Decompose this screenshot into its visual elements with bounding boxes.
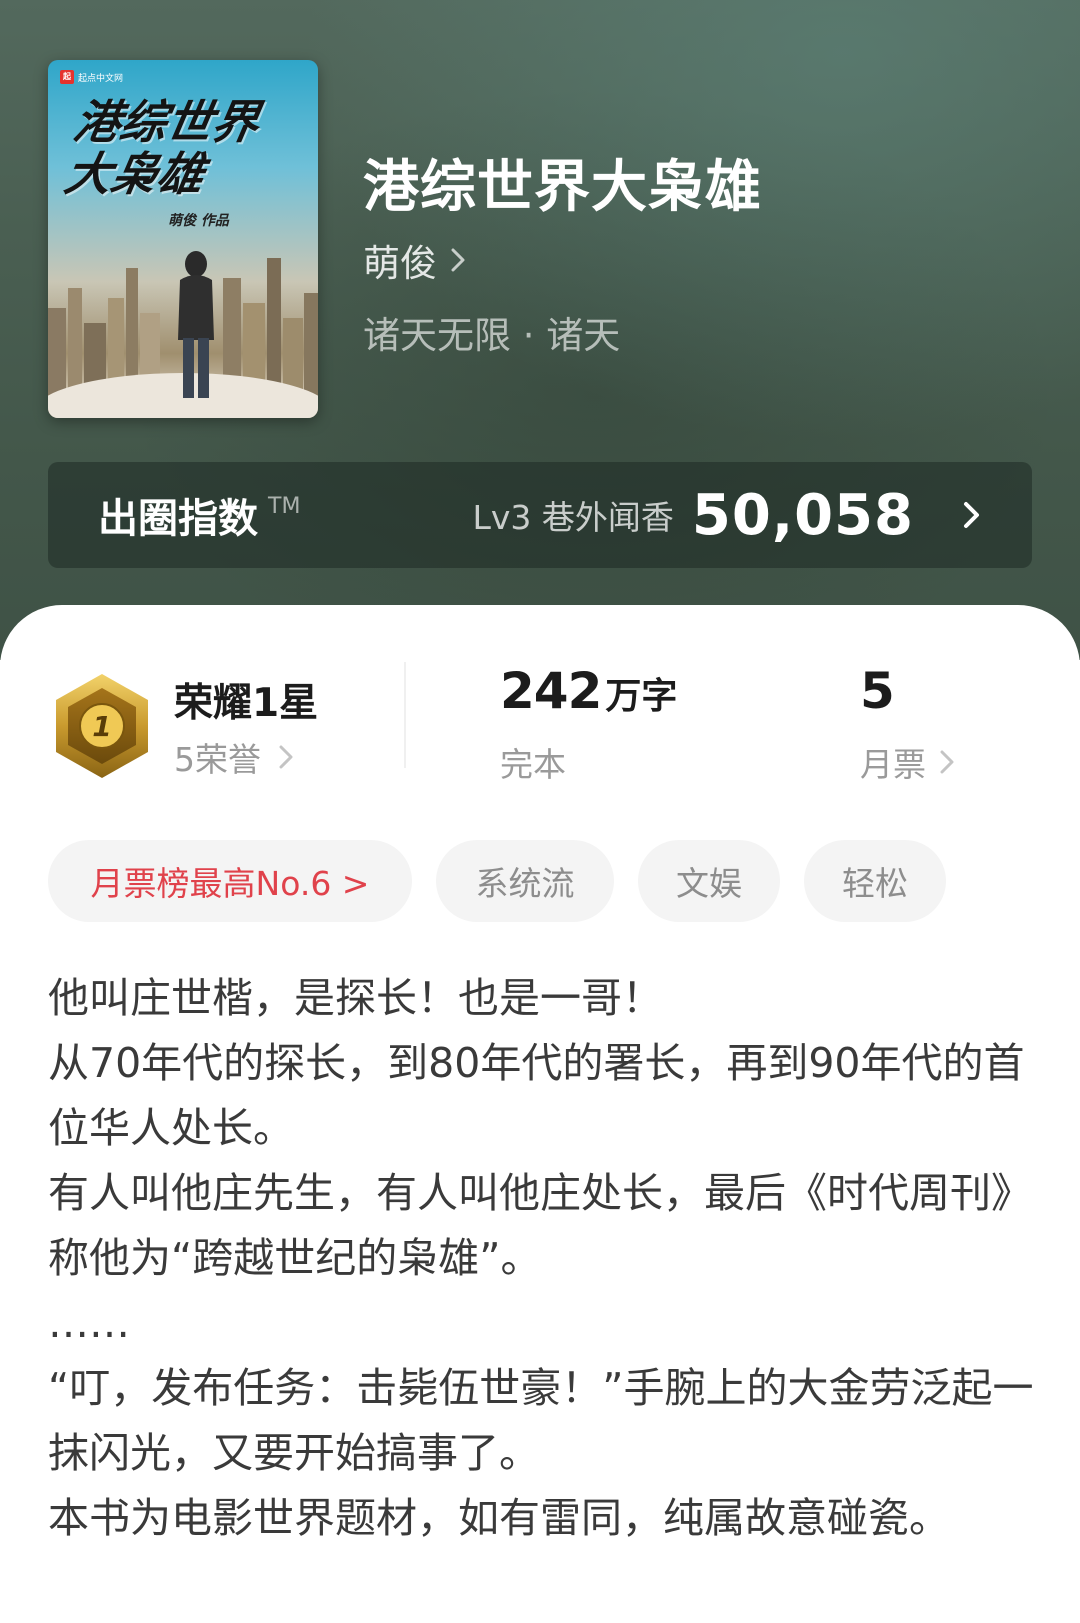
- popularity-index-bar[interactable]: 出圈指数 TM Lv3 巷外闻香 50,058: [48, 462, 1032, 568]
- honor-badge-icon[interactable]: 1: [52, 672, 152, 780]
- book-title: 港综世界大枭雄: [363, 154, 762, 220]
- monthly-votes-link[interactable]: 月票: [860, 738, 954, 786]
- honor-badge-number: 1: [92, 710, 111, 743]
- tag-relaxed[interactable]: 轻松: [804, 840, 946, 922]
- tag-list: 月票榜最高No.6 > 系统流 文娱 轻松: [48, 840, 946, 922]
- book-description[interactable]: 他叫庄世楷，是探长！也是一哥！ 从70年代的探长，到80年代的署长，再到90年代…: [48, 966, 1038, 1551]
- description-line: 他叫庄世楷，是探长！也是一哥！: [48, 974, 663, 1022]
- description-line: “叮，发布任务：击毙伍世豪！”手腕上的大金劳泛起一抹闪光，又要开始搞事了。: [48, 1364, 1034, 1477]
- chevron-right-icon: [279, 745, 293, 769]
- chevron-right-icon: [964, 502, 979, 528]
- chevron-right-icon: [451, 248, 465, 272]
- author-link[interactable]: 萌俊: [363, 233, 465, 287]
- book-genre[interactable]: 诸天无限 · 诸天: [363, 305, 620, 359]
- cover-title-line2: 大枭雄: [60, 147, 209, 201]
- trademark-mark: TM: [268, 493, 301, 519]
- publisher-badge: 起 起点中文网: [58, 68, 129, 86]
- cover-title: 港综世界 大枭雄: [60, 95, 318, 201]
- honor-title[interactable]: 荣耀1星: [174, 672, 318, 728]
- chevron-right-icon: [940, 750, 954, 774]
- completion-status: 完本: [500, 745, 566, 784]
- honor-link[interactable]: 5荣誉: [174, 733, 293, 781]
- cover-figure-image: [178, 251, 214, 398]
- word-count-number: 242: [500, 662, 602, 720]
- cover-author: 萌俊 作品: [168, 213, 229, 229]
- description-line: ……: [48, 1299, 130, 1347]
- publisher-name: 起点中文网: [78, 73, 124, 84]
- index-value: 50,058: [691, 482, 914, 548]
- honor-count: 5荣誉: [174, 740, 261, 779]
- tag-system[interactable]: 系统流: [436, 840, 614, 922]
- word-count-unit: 万字: [605, 676, 678, 717]
- cover-title-line1: 港综世界: [69, 95, 264, 149]
- description-line: 有人叫他庄先生，有人叫他庄处长，最后《时代周刊》称他为“跨越世纪的枭雄”。: [48, 1169, 1032, 1282]
- book-header: 起 起点中文网 港综世界 大枭雄 萌俊 作品 港综世界大枭雄 萌俊 诸天无限 ·…: [0, 0, 1080, 660]
- monthly-votes-label: 月票: [860, 745, 926, 784]
- stats-divider: [404, 662, 406, 768]
- word-count: 242 万字: [500, 662, 677, 720]
- index-value-group: Lv3 巷外闻香 50,058: [472, 483, 982, 548]
- index-label: 出圈指数: [98, 496, 258, 542]
- description-line: 从70年代的探长，到80年代的署长，再到90年代的首位华人处长。: [48, 1039, 1025, 1152]
- index-level: Lv3 巷外闻香: [472, 498, 674, 537]
- author-name: 萌俊: [363, 242, 437, 285]
- tag-entertainment[interactable]: 文娱: [638, 840, 780, 922]
- monthly-votes-count[interactable]: 5: [860, 662, 895, 720]
- publisher-logo: 起: [60, 70, 74, 84]
- rank-tag[interactable]: 月票榜最高No.6 >: [48, 840, 412, 922]
- book-cover[interactable]: 起 起点中文网 港综世界 大枭雄 萌俊 作品: [48, 60, 318, 418]
- description-line: 本书为电影世界题材，如有雷同，纯属故意碰瓷。: [48, 1494, 950, 1542]
